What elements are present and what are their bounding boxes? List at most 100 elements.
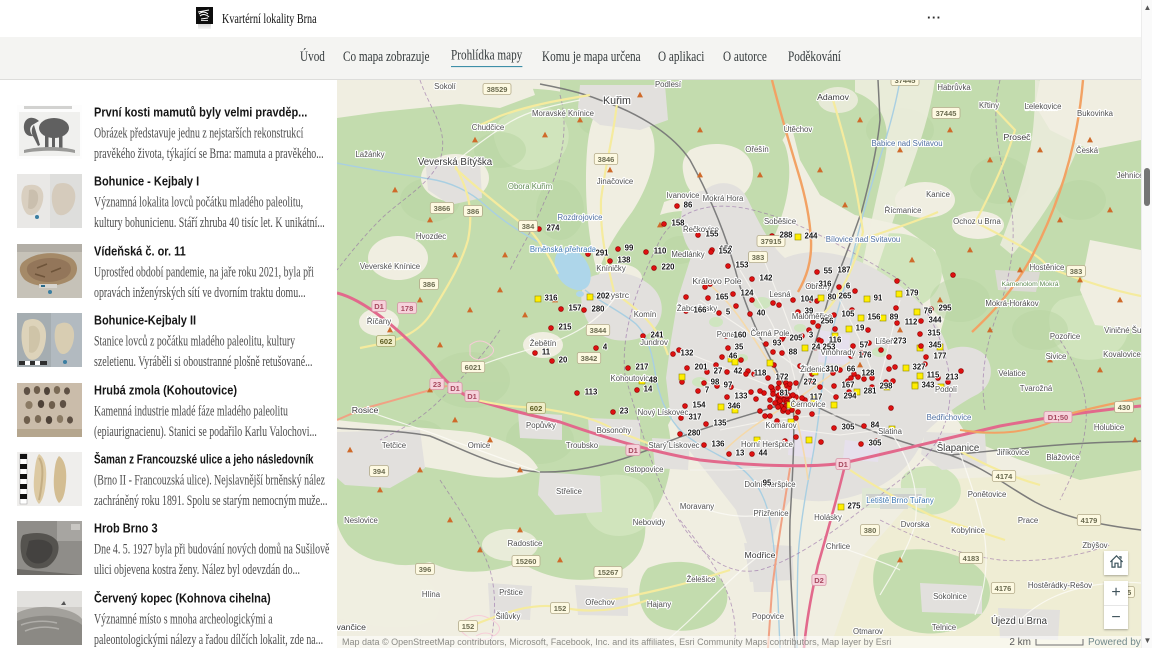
- svg-text:Nebovidy: Nebovidy: [633, 518, 666, 527]
- svg-text:4183: 4183: [963, 554, 980, 563]
- svg-text:81: 81: [780, 389, 789, 398]
- svg-text:7: 7: [705, 386, 709, 395]
- svg-text:Ořešín: Ořešín: [745, 145, 768, 154]
- svg-text:Podlesí: Podlesí: [655, 80, 682, 89]
- svg-text:20: 20: [559, 356, 568, 365]
- svg-text:Komín: Komín: [634, 310, 657, 319]
- svg-text:Map data © OpenStreetMap contr: Map data © OpenStreetMap contributors, M…: [342, 637, 891, 647]
- svg-text:345: 345: [928, 341, 942, 350]
- svg-text:128: 128: [861, 369, 875, 378]
- svg-text:Lažánky: Lažánky: [355, 150, 384, 159]
- svg-text:Brněnská přehrada: Brněnská přehrada: [530, 245, 597, 254]
- svg-text:167: 167: [841, 381, 854, 390]
- svg-text:253: 253: [822, 343, 836, 352]
- svg-text:Veverské Knínice: Veverské Knínice: [360, 262, 420, 271]
- svg-text:316: 316: [818, 280, 832, 289]
- svg-text:244: 244: [804, 232, 818, 241]
- svg-text:298: 298: [879, 382, 893, 391]
- svg-text:35: 35: [735, 343, 744, 352]
- svg-text:Líšeň: Líšeň: [875, 337, 894, 346]
- svg-text:Mokrá-Horákov: Mokrá-Horákov: [985, 299, 1038, 308]
- svg-text:Pozořice: Pozořice: [1050, 332, 1080, 341]
- svg-text:Jiříkovice: Jiříkovice: [997, 448, 1030, 457]
- svg-text:294: 294: [843, 392, 857, 401]
- svg-text:Hostěnice: Hostěnice: [1030, 263, 1065, 272]
- svg-text:38529: 38529: [487, 85, 508, 94]
- svg-text:D1: D1: [467, 392, 477, 401]
- svg-text:213: 213: [945, 373, 959, 382]
- svg-text:Mokrá Hora: Mokrá Hora: [703, 194, 744, 203]
- svg-text:Nový Lískovec: Nový Lískovec: [638, 408, 689, 417]
- svg-text:205: 205: [789, 334, 803, 343]
- svg-text:6: 6: [846, 282, 851, 291]
- svg-text:5: 5: [726, 308, 731, 317]
- svg-text:15260: 15260: [516, 557, 537, 566]
- svg-text:154: 154: [692, 401, 706, 410]
- svg-text:115: 115: [927, 371, 940, 380]
- svg-text:Powered by Esri: Powered by Esri: [1088, 637, 1141, 648]
- svg-text:23: 23: [620, 407, 629, 416]
- svg-text:602: 602: [380, 337, 393, 346]
- svg-text:275: 275: [847, 502, 861, 511]
- svg-text:166: 166: [693, 306, 707, 315]
- svg-text:99: 99: [625, 244, 634, 253]
- svg-text:Bedřichovice: Bedřichovice: [927, 413, 972, 422]
- svg-text:310: 310: [825, 365, 839, 374]
- svg-text:Proseč: Proseč: [1003, 132, 1031, 142]
- svg-text:Kovalovice: Kovalovice: [1103, 350, 1141, 359]
- svg-text:153: 153: [735, 261, 749, 270]
- svg-text:Šilůvky: Šilůvky: [496, 612, 521, 621]
- svg-text:Letiště Brno Tuřany: Letiště Brno Tuřany: [866, 496, 934, 505]
- svg-text:Moravany: Moravany: [680, 502, 714, 511]
- svg-text:37445: 37445: [895, 80, 916, 85]
- svg-text:24: 24: [812, 343, 821, 352]
- svg-text:Zbýšov: Zbýšov: [1082, 541, 1107, 550]
- svg-text:D1: D1: [450, 384, 460, 393]
- svg-text:317: 317: [688, 413, 701, 422]
- svg-text:Ivančice: Ivančice: [337, 622, 366, 632]
- svg-text:202: 202: [596, 292, 610, 301]
- svg-text:265: 265: [838, 292, 852, 301]
- svg-text:315: 315: [927, 329, 941, 338]
- svg-text:113: 113: [585, 388, 598, 397]
- svg-text:Sokolnice: Sokolnice: [933, 592, 967, 601]
- svg-text:386: 386: [423, 280, 436, 289]
- svg-text:Přízřenice: Přízřenice: [753, 509, 788, 518]
- svg-text:Dvorska: Dvorska: [901, 520, 930, 529]
- svg-text:172: 172: [775, 373, 789, 382]
- svg-text:Radostice: Radostice: [508, 539, 543, 548]
- svg-text:187: 187: [837, 266, 850, 275]
- svg-text:201: 201: [694, 363, 708, 372]
- svg-text:42: 42: [734, 367, 743, 376]
- svg-text:142: 142: [759, 274, 773, 283]
- svg-text:158: 158: [671, 219, 685, 228]
- svg-text:Tvarožná: Tvarožná: [1020, 384, 1053, 393]
- svg-text:Habrůvka: Habrůvka: [937, 83, 971, 92]
- svg-text:281: 281: [863, 387, 877, 396]
- svg-text:Tetčice: Tetčice: [382, 441, 406, 450]
- svg-text:Ivanovice: Ivanovice: [667, 191, 700, 200]
- svg-text:Ochoz u Brna: Ochoz u Brna: [953, 217, 1001, 226]
- svg-text:Neslovice: Neslovice: [344, 516, 378, 525]
- svg-text:256: 256: [820, 317, 834, 326]
- svg-text:Šlapanice: Šlapanice: [937, 443, 980, 454]
- svg-text:160: 160: [733, 331, 747, 340]
- svg-text:3: 3: [809, 331, 814, 340]
- svg-text:152: 152: [718, 247, 732, 256]
- svg-text:37915: 37915: [761, 237, 782, 246]
- svg-text:152: 152: [554, 604, 567, 613]
- svg-text:84: 84: [871, 421, 880, 430]
- svg-text:Kobylnice: Kobylnice: [951, 526, 985, 535]
- svg-text:Hlína: Hlína: [422, 590, 441, 599]
- svg-text:Jehnice: Jehnice: [1117, 171, 1141, 180]
- svg-text:4179: 4179: [1081, 516, 1098, 525]
- svg-text:136: 136: [711, 440, 725, 449]
- svg-text:Lesná: Lesná: [769, 290, 791, 299]
- svg-text:Kamenolom Mokrá: Kamenolom Mokrá: [1001, 281, 1058, 288]
- svg-text:133: 133: [734, 392, 748, 401]
- svg-text:280: 280: [591, 305, 605, 314]
- svg-text:344: 344: [928, 316, 942, 325]
- svg-text:135: 135: [713, 419, 727, 428]
- svg-text:Střelice: Střelice: [556, 487, 582, 496]
- svg-text:138: 138: [617, 256, 631, 265]
